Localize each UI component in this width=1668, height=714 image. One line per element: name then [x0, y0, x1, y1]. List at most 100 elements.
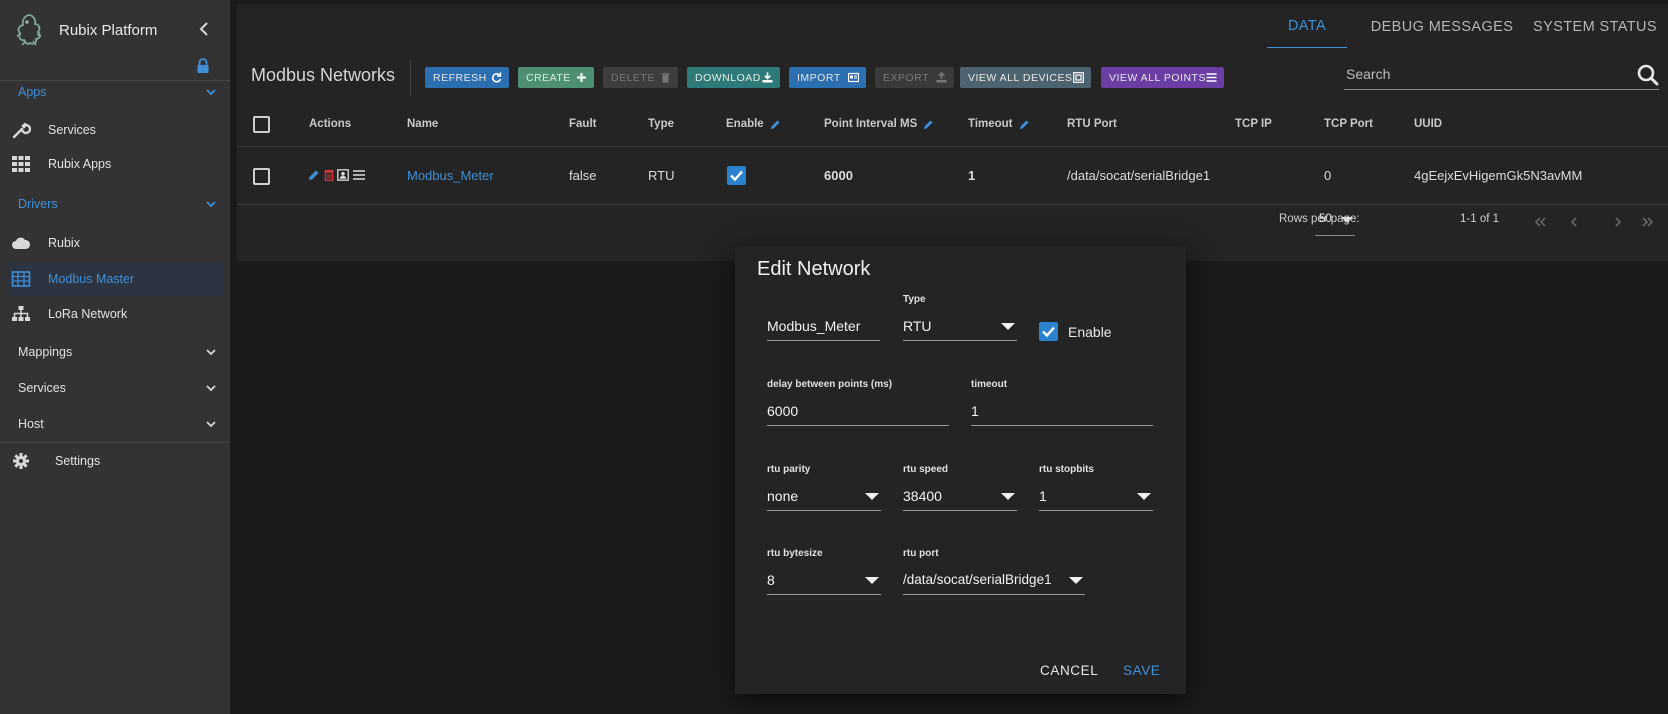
device-card-icon[interactable] — [337, 169, 349, 181]
pencil-icon[interactable] — [923, 119, 934, 130]
row-checkbox[interactable] — [253, 168, 270, 185]
name-field[interactable]: Modbus_Meter — [767, 314, 880, 341]
column-label: Enable — [726, 118, 764, 130]
column-label: Timeout — [968, 118, 1013, 130]
last-page-icon[interactable] — [1641, 215, 1655, 229]
caret-down-icon — [1137, 493, 1151, 500]
sidebar-section-services[interactable]: Services — [0, 373, 230, 403]
lock-icon[interactable] — [196, 58, 210, 74]
rows-per-page-select[interactable]: 50 — [1315, 208, 1355, 236]
sidebar-item-label: LoRa Network — [48, 307, 128, 321]
rtu-port-label: rtu port — [903, 548, 939, 559]
timeout-value: 1 — [971, 403, 979, 419]
column-tcp-port[interactable]: TCP Port — [1324, 118, 1373, 130]
sidebar-divider — [0, 442, 230, 443]
rtu-port-value: /data/socat/serialBridge1 — [903, 572, 1052, 587]
previous-page-icon[interactable] — [1567, 215, 1581, 229]
network-name-link[interactable]: Modbus_Meter — [407, 168, 494, 183]
enable-checkbox[interactable] — [1039, 322, 1058, 341]
download-icon — [762, 72, 773, 83]
view-all-devices-button[interactable]: VIEW ALL DEVICES — [960, 67, 1091, 88]
rtu-bytesize-select[interactable]: rtu bytesize 8 — [767, 548, 881, 595]
select-all-checkbox[interactable] — [253, 116, 270, 133]
sidebar: Rubix Platform Apps Services Rubix Apps … — [0, 0, 230, 714]
create-button[interactable]: CREATE — [518, 67, 594, 88]
networks-panel: Modbus Networks REFRESH CREATE DELETE DO… — [237, 48, 1668, 261]
sidebar-section-drivers[interactable]: Drivers — [0, 189, 230, 219]
chevron-left-icon[interactable] — [196, 20, 212, 38]
sidebar-item-rubix-apps[interactable]: Rubix Apps — [7, 147, 223, 181]
pencil-icon[interactable] — [770, 119, 781, 130]
search-input[interactable] — [1344, 60, 1614, 88]
sidebar-section-host[interactable]: Host — [0, 409, 230, 439]
sidebar-item-label: Rubix Apps — [48, 157, 112, 171]
delay-label: delay between points (ms) — [767, 379, 893, 390]
search-icon[interactable] — [1637, 64, 1659, 86]
download-button[interactable]: DOWNLOAD — [687, 67, 780, 88]
sidebar-item-rubix[interactable]: Rubix — [7, 226, 223, 260]
rtu-speed-select[interactable]: rtu speed 38400 — [903, 464, 1017, 511]
first-page-icon[interactable] — [1533, 215, 1547, 229]
search-box — [1344, 60, 1659, 90]
edit-icon[interactable] — [308, 169, 320, 181]
caret-down-icon — [865, 493, 879, 500]
chevron-down-icon — [206, 349, 216, 356]
enable-checkbox[interactable] — [727, 166, 746, 185]
export-button[interactable]: EXPORT — [875, 67, 954, 88]
rtu-bytesize-value: 8 — [767, 572, 775, 588]
timeout-field[interactable]: timeout 1 — [971, 379, 1153, 426]
column-uuid[interactable]: UUID — [1414, 118, 1442, 130]
sidebar-item-services[interactable]: Services — [7, 113, 223, 147]
trash-icon — [661, 73, 670, 83]
rtu-stopbits-label: rtu stopbits — [1039, 464, 1094, 475]
save-button[interactable]: SAVE — [1123, 663, 1160, 678]
rtu-port-select[interactable]: rtu port /data/socat/serialBridge1 — [903, 548, 1085, 595]
button-label: DELETE — [611, 71, 655, 84]
upload-icon — [936, 72, 947, 83]
sidebar-section-apps[interactable]: Apps — [0, 77, 230, 107]
type-select[interactable]: Type RTU — [903, 294, 1017, 341]
column-name[interactable]: Name — [407, 118, 438, 130]
column-point-interval[interactable]: Point Interval MS — [824, 118, 934, 130]
rows-per-page-value: 50 — [1319, 213, 1332, 225]
table-icon — [11, 271, 31, 287]
delay-field[interactable]: delay between points (ms) 6000 — [767, 379, 949, 426]
column-fault[interactable]: Fault — [569, 118, 596, 130]
top-nav: DATA DEBUG MESSAGES SYSTEM STATUS — [237, 4, 1668, 49]
sidebar-item-settings[interactable]: Settings — [7, 444, 223, 478]
sidebar-item-label: Settings — [55, 454, 101, 468]
menu-icon[interactable] — [352, 169, 366, 181]
button-label: CREATE — [526, 71, 571, 84]
sidebar-section-mappings[interactable]: Mappings — [0, 337, 230, 367]
rtu-parity-label: rtu parity — [767, 464, 811, 475]
refresh-button[interactable]: REFRESH — [425, 67, 509, 88]
delete-button[interactable]: DELETE — [603, 67, 678, 88]
name-value: Modbus_Meter — [767, 318, 861, 334]
tab-data[interactable]: DATA — [1267, 4, 1347, 49]
cell-tcp-port: 0 — [1324, 168, 1332, 183]
trash-icon[interactable] — [323, 169, 335, 181]
column-rtu-port[interactable]: RTU Port — [1067, 118, 1117, 130]
sidebar-item-label: Modbus Master — [48, 272, 135, 286]
sidebar-item-modbus-master[interactable]: Modbus Master — [7, 262, 223, 296]
rtu-parity-select[interactable]: rtu parity none — [767, 464, 881, 511]
type-value: RTU — [903, 318, 932, 334]
caret-down-icon — [1341, 217, 1353, 223]
sidebar-item-lora-network[interactable]: LoRa Network — [7, 297, 223, 331]
column-label: Point Interval MS — [824, 118, 918, 130]
column-type[interactable]: Type — [648, 118, 674, 130]
cancel-button[interactable]: CANCEL — [1040, 663, 1098, 678]
tab-debug-messages[interactable]: DEBUG MESSAGES — [1367, 4, 1517, 49]
column-timeout[interactable]: Timeout — [968, 118, 1030, 130]
devices-grid-icon — [1073, 72, 1084, 83]
pencil-icon[interactable] — [1019, 119, 1030, 130]
tab-system-status[interactable]: SYSTEM STATUS — [1527, 4, 1663, 49]
enable-toggle[interactable]: Enable — [1039, 322, 1112, 341]
column-enable[interactable]: Enable — [726, 118, 781, 130]
next-page-icon[interactable] — [1611, 215, 1625, 229]
rtu-stopbits-select[interactable]: rtu stopbits 1 — [1039, 464, 1153, 511]
view-all-points-button[interactable]: VIEW ALL POINTS — [1101, 67, 1224, 88]
column-tcp-ip[interactable]: TCP IP — [1235, 118, 1272, 130]
import-button[interactable]: IMPORT — [789, 67, 866, 88]
column-actions: Actions — [309, 118, 352, 130]
